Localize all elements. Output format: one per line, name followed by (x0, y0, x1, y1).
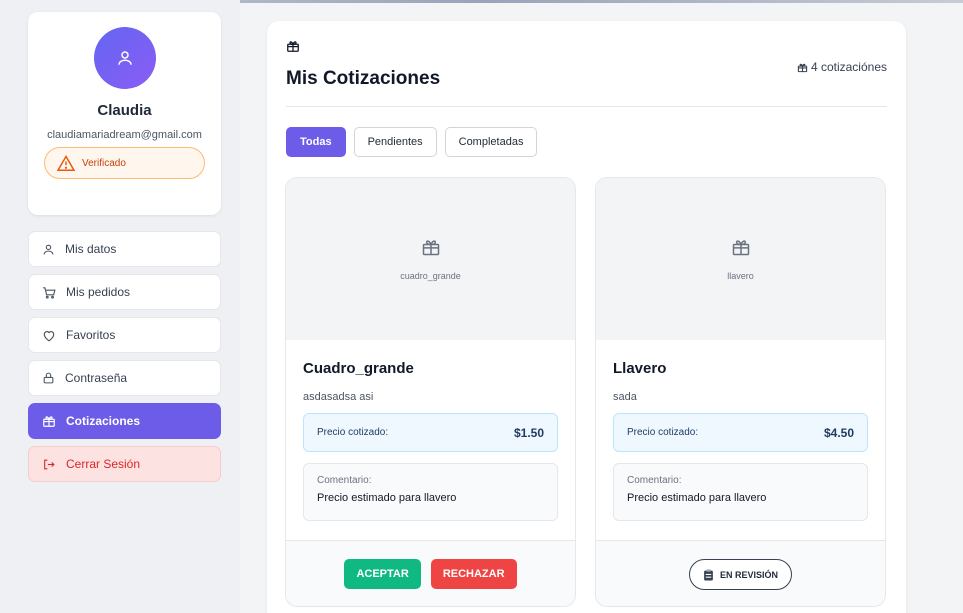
quote-title: Llavero (613, 360, 667, 377)
price-label: Precio cotizado: (317, 427, 389, 438)
image-label: llavero (727, 271, 754, 281)
sidebar-item-label: Mis datos (65, 242, 117, 256)
page-title: Mis Cotizaciones (286, 68, 441, 89)
avatar (93, 27, 156, 89)
quote-card: llavero Llavero sada Precio cotizado: $4… (595, 177, 886, 607)
lock-icon (43, 372, 54, 384)
verified-label: Verificado (82, 157, 126, 169)
card-actions: ACEPTAR RECHAZAR (286, 540, 575, 606)
verified-badge: Verificado (44, 147, 205, 179)
profile-name: Claudia (97, 102, 152, 119)
gift-icon (43, 416, 55, 427)
image-label: cuadro_grande (400, 271, 461, 281)
profile-email: claudiamariadream@gmail.com (47, 129, 202, 141)
sidebar-item-label: Cotizaciones (66, 414, 141, 428)
quote-count-label: 4 cotizaciónes (810, 60, 887, 74)
sidebar-item-label: Mis pedidos (66, 285, 131, 299)
gift-icon (287, 41, 299, 52)
tab-todas[interactable]: Todas (286, 127, 346, 157)
filter-tabs: Todas Pendientes Completadas (286, 127, 538, 157)
status-label: EN REVISIÓN (719, 569, 778, 580)
quotes-panel: Mis Cotizaciones 4 cotizaciónes Todas Pe… (267, 21, 906, 613)
heart-icon (43, 330, 55, 341)
user-icon (117, 51, 132, 65)
cart-icon (43, 286, 56, 299)
price-box: Precio cotizado: $4.50 (613, 413, 868, 452)
comment-text: Precio estimado para llavero (627, 492, 767, 504)
sidebar-item-label: Favoritos (66, 328, 116, 342)
comment-box: Comentario: Precio estimado para llavero (303, 463, 558, 521)
logout-label: Cerrar Sesión (66, 457, 141, 471)
gift-icon (422, 240, 439, 256)
quote-card: cuadro_grande Cuadro_grande asdasadsa as… (285, 177, 576, 607)
price-box: Precio cotizado: $1.50 (303, 413, 558, 452)
sidebar-item-contrasena[interactable]: Contraseña (28, 360, 221, 396)
profile-card: Claudia claudiamariadream@gmail.com Veri… (28, 12, 221, 215)
tab-completadas[interactable]: Completadas (444, 127, 538, 157)
sidebar-item-label: Contraseña (65, 371, 128, 385)
user-icon (43, 244, 54, 254)
card-actions: EN REVISIÓN (596, 540, 885, 606)
gift-icon (732, 240, 749, 256)
price-value: $1.50 (513, 425, 544, 440)
comment-box: Comentario: Precio estimado para llavero (613, 463, 868, 521)
sidebar-item-cotizaciones[interactable]: Cotizaciones (28, 403, 221, 439)
sidebar-item-mis-pedidos[interactable]: Mis pedidos (28, 274, 221, 310)
comment-text: Precio estimado para llavero (317, 492, 457, 504)
sidebar-menu: Mis datos Mis pedidos Favoritos Contrase… (28, 231, 221, 489)
comment-label: Comentario: (627, 475, 682, 486)
price-value: $4.50 (823, 425, 854, 440)
clipboard-icon (704, 569, 713, 580)
sidebar-item-mis-datos[interactable]: Mis datos (28, 231, 221, 267)
reject-button[interactable]: RECHAZAR (430, 559, 517, 589)
product-image-placeholder: llavero (596, 178, 885, 340)
tab-pendientes[interactable]: Pendientes (353, 127, 437, 157)
quote-description: asdasadsa asi (303, 391, 374, 403)
comment-label: Comentario: (317, 475, 372, 486)
product-image-placeholder: cuadro_grande (286, 178, 575, 340)
accept-button[interactable]: ACEPTAR (344, 559, 421, 589)
price-label: Precio cotizado: (627, 427, 699, 438)
sidebar-item-favoritos[interactable]: Favoritos (28, 317, 221, 353)
panel-header: Mis Cotizaciones 4 cotizaciónes (286, 39, 887, 107)
quote-description: sada (613, 391, 637, 403)
quote-title: Cuadro_grande (303, 360, 414, 377)
quote-count: 4 cotizaciónes (797, 60, 887, 74)
logout-icon (44, 459, 55, 469)
warning-icon (57, 155, 75, 171)
gift-icon (797, 63, 808, 72)
status-badge: EN REVISIÓN (688, 559, 792, 590)
logout-button[interactable]: Cerrar Sesión (28, 446, 221, 482)
